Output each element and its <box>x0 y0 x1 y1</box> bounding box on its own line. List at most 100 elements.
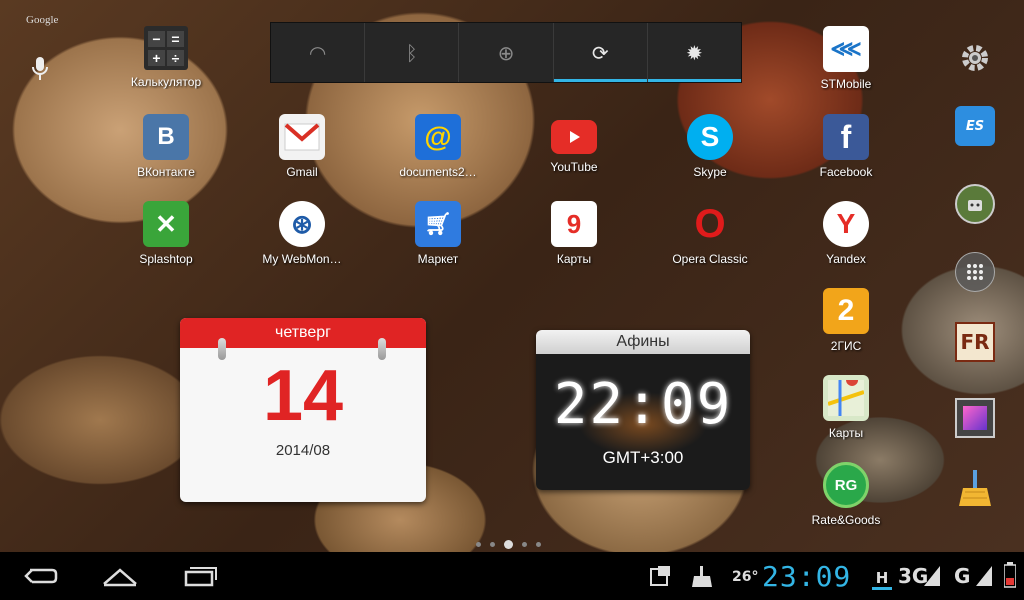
gps-toggle[interactable]: ⊕ <box>459 23 554 82</box>
fbreader-icon[interactable]: FR <box>955 322 995 362</box>
app-label: My WebMon… <box>262 252 342 266</box>
signal-icon <box>976 564 994 592</box>
app-label: Rate&Goods <box>811 513 881 527</box>
app-maps-yandex[interactable]: 9 Карты <box>526 201 622 266</box>
opera-icon: O <box>694 201 726 246</box>
app-label: Facebook <box>819 165 873 179</box>
gps-icon: ⊕ <box>497 40 515 65</box>
signal-icon <box>924 564 942 592</box>
network-g-indicator: G <box>954 564 971 588</box>
calendar-widget[interactable]: четверг 14 2014/08 <box>180 318 426 502</box>
gmail-icon <box>279 114 325 160</box>
app-stmobile[interactable]: ⋘ STMobile <box>798 26 894 91</box>
app-label: Skype <box>693 165 727 179</box>
app-label: 2ГИС <box>830 339 862 353</box>
world-clock-widget[interactable]: Афины 22:09 GMT+3:00 <box>536 330 750 490</box>
page-dot <box>490 542 495 547</box>
temperature: 26° <box>732 569 759 585</box>
bluetooth-icon: ᛒ <box>405 40 418 65</box>
app-label: ВКонтакте <box>137 165 195 179</box>
app-label: Gmail <box>286 165 318 179</box>
status-clock[interactable]: 23:09 <box>762 560 851 593</box>
quick-settings-panel: ◠ ᛒ ⊕ ⟳ ✹ <box>270 22 742 83</box>
cleaner-broom-icon[interactable] <box>955 468 995 508</box>
recent-apps-icon[interactable] <box>182 564 218 592</box>
youtube-icon <box>551 120 597 154</box>
battery-icon <box>1003 562 1017 592</box>
page-indicator <box>476 540 541 549</box>
app-documents[interactable]: @ documents2… <box>390 114 486 179</box>
app-opera[interactable]: O Opera Classic <box>662 201 758 267</box>
screenshot-icon <box>650 566 672 592</box>
binder-ring-icon <box>218 338 226 360</box>
app-label: Yandex <box>826 252 866 266</box>
app-gmail[interactable]: Gmail <box>254 114 350 179</box>
system-bar: 26° 23:09 H 3G G <box>0 552 1024 600</box>
app-2gis[interactable]: 2 2ГИС <box>798 288 894 353</box>
app-drawer-icon[interactable] <box>955 252 995 292</box>
es-explorer-icon[interactable]: ES <box>955 106 995 146</box>
cleaner-status-icon <box>692 566 712 592</box>
map-pin-icon: 9 <box>551 201 597 247</box>
app-yandex[interactable]: Y Yandex <box>798 201 894 266</box>
app-label: Opera Classic <box>672 252 748 266</box>
app-label: Карты <box>828 426 864 440</box>
page-dot-current <box>504 540 513 549</box>
splashtop-icon: ✕ <box>143 201 189 247</box>
brightness-icon: ✹ <box>686 40 703 65</box>
page-dot <box>476 542 481 547</box>
wifi-toggle[interactable]: ◠ <box>271 23 366 82</box>
clock-city: Афины <box>536 330 750 354</box>
network-h-indicator: H <box>872 569 892 590</box>
page-dot <box>536 542 541 547</box>
sync-toggle[interactable]: ⟳ <box>553 23 648 82</box>
app-skype[interactable]: S Skype <box>662 114 758 179</box>
calendar-year-month: 2014/08 <box>275 442 331 459</box>
vk-icon: В <box>143 114 189 160</box>
app-webmoney[interactable]: ⊛ My WebMon… <box>254 201 350 266</box>
app-calculator[interactable]: − = + ÷ Калькулятор <box>118 26 214 89</box>
robot-app-icon[interactable] <box>955 184 995 224</box>
sync-icon: ⟳ <box>591 40 609 65</box>
app-label: YouTube <box>550 160 598 174</box>
page-dot <box>522 542 527 547</box>
calendar-day: 14 <box>262 356 344 436</box>
app-label: Маркет <box>417 252 459 266</box>
app-vkontakte[interactable]: В ВКонтакте <box>118 114 214 179</box>
voice-search-icon[interactable] <box>30 56 50 82</box>
app-label: documents2… <box>399 165 477 179</box>
facebook-icon: f <box>823 114 869 160</box>
webmoney-icon: ⊛ <box>279 201 325 247</box>
2gis-icon: 2 <box>823 288 869 334</box>
bluetooth-toggle[interactable]: ᛒ <box>365 23 460 82</box>
google-maps-icon <box>823 375 869 421</box>
stmobile-icon: ⋘ <box>823 26 869 72</box>
shopping-cart-icon: 🛒︎ <box>415 201 461 247</box>
brightness-toggle[interactable]: ✹ <box>647 23 742 82</box>
clock-timezone: GMT+3:00 <box>602 448 684 467</box>
yandex-icon: Y <box>823 201 869 247</box>
binder-ring-icon <box>378 338 386 360</box>
back-icon[interactable] <box>22 564 58 592</box>
home-icon[interactable] <box>100 564 140 592</box>
app-market[interactable]: 🛒︎ Маркет <box>390 201 486 266</box>
app-facebook[interactable]: f Facebook <box>798 114 894 179</box>
wifi-icon: ◠ <box>308 40 327 65</box>
app-label: Калькулятор <box>130 75 202 89</box>
calendar-weekday: четверг <box>180 318 426 348</box>
mail-icon: @ <box>415 114 461 160</box>
app-label: STMobile <box>820 77 872 91</box>
rg-icon: RG <box>823 462 869 508</box>
clock-time: 22:09 <box>553 372 733 437</box>
google-label[interactable]: Google <box>26 14 58 26</box>
app-maps-google[interactable]: Карты <box>798 375 894 440</box>
app-label: Карты <box>556 252 592 266</box>
calculator-icon: − = + ÷ <box>144 26 188 70</box>
settings-icon[interactable] <box>955 38 995 78</box>
app-youtube[interactable]: YouTube <box>526 114 622 174</box>
gallery-icon[interactable] <box>955 398 995 438</box>
skype-icon: S <box>687 114 733 160</box>
app-rategoods[interactable]: RG Rate&Goods <box>798 462 894 527</box>
app-label: Splashtop <box>139 252 193 266</box>
app-splashtop[interactable]: ✕ Splashtop <box>118 201 214 266</box>
